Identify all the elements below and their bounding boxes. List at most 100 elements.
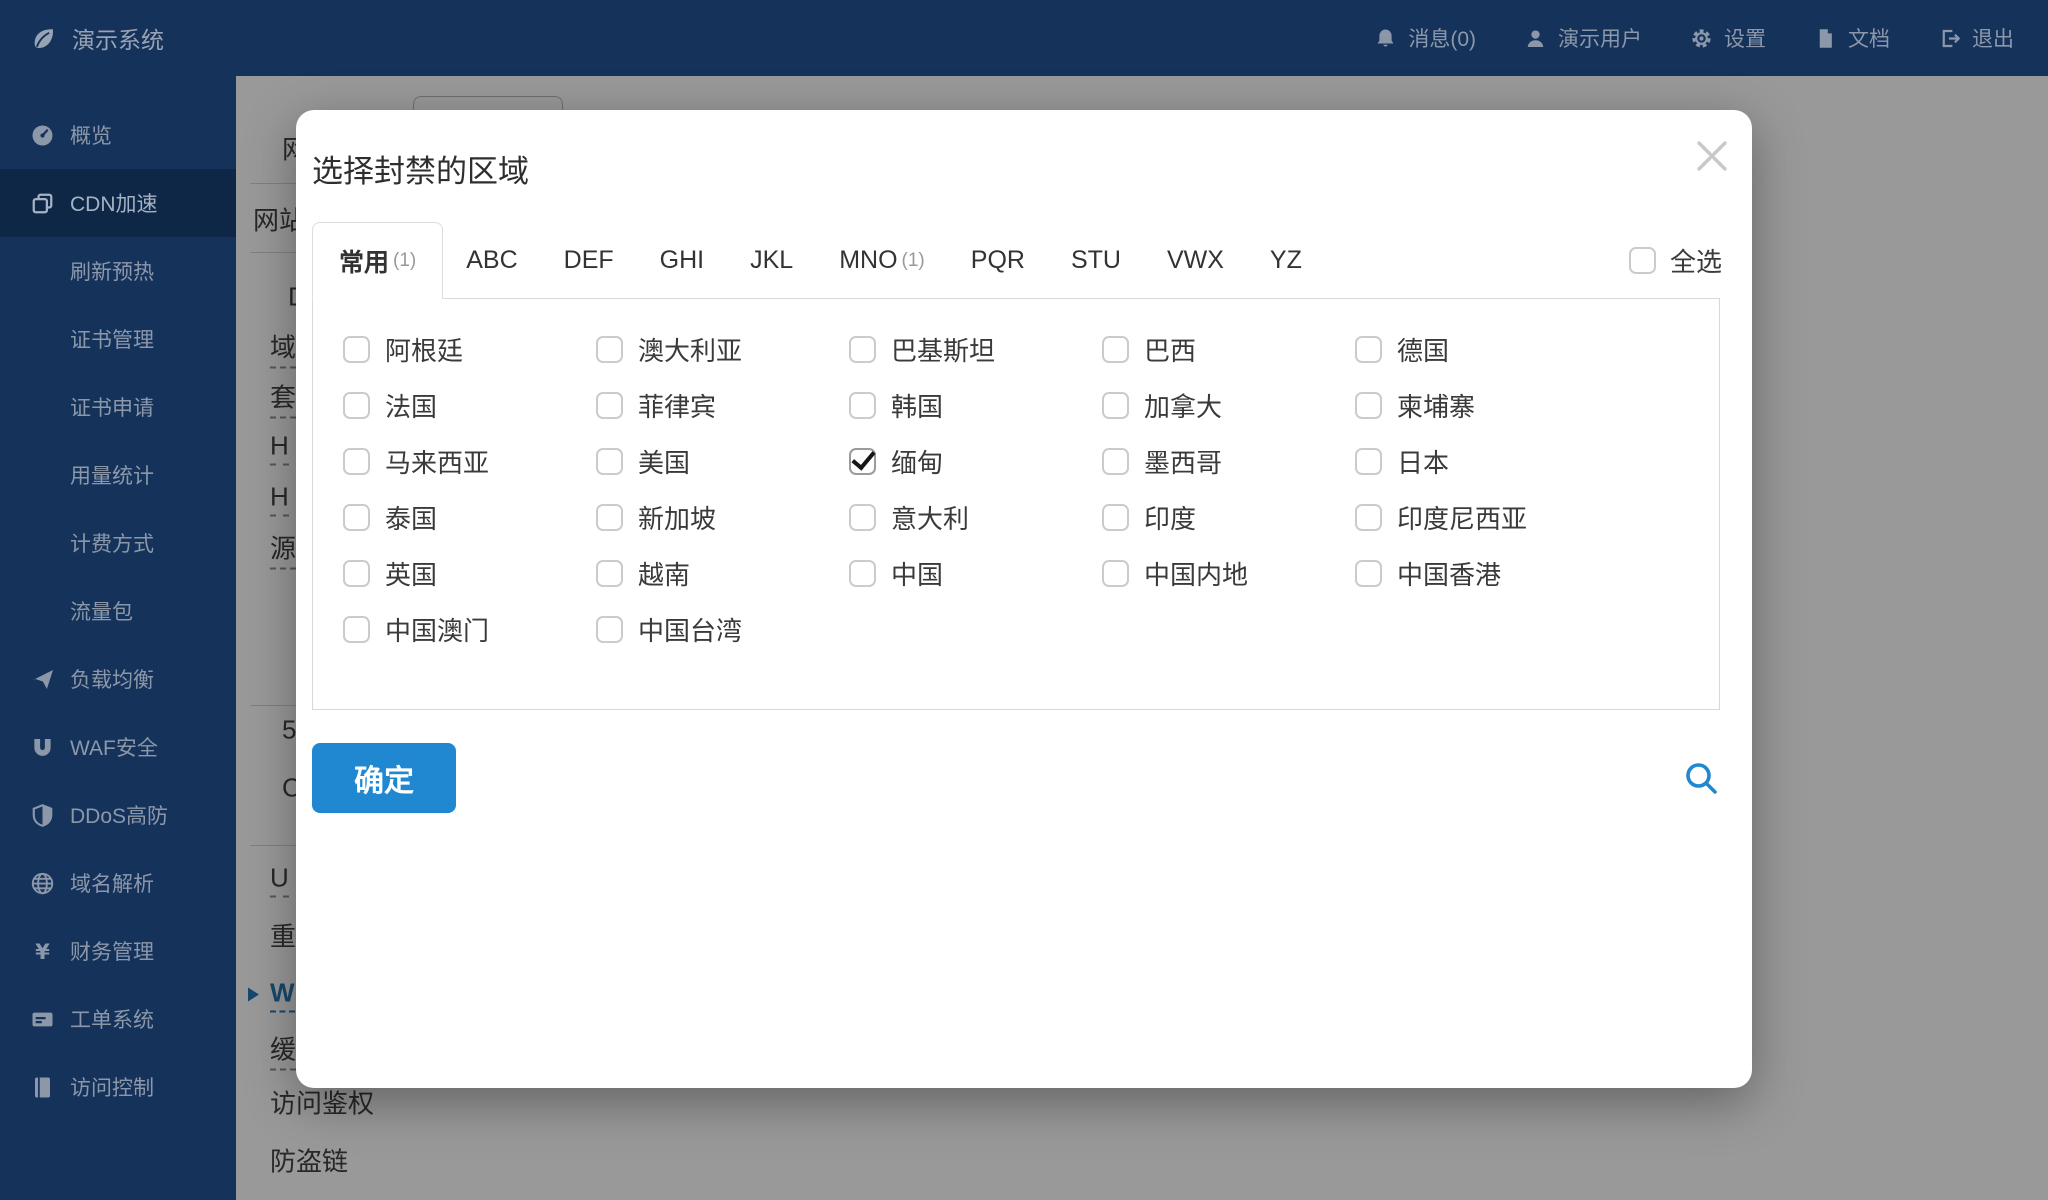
- country-label: 德国: [1397, 331, 1449, 368]
- sidebar-item-dns[interactable]: 域名解析: [0, 849, 236, 917]
- topbar-item-label: 设置: [1724, 23, 1766, 53]
- country-item-16[interactable]: 新加坡: [596, 499, 849, 536]
- country-item-8[interactable]: 加拿大: [1102, 387, 1355, 424]
- magnet-icon: [29, 734, 56, 761]
- tab-bar: 常用(1) ABC DEF GHI JKL MNO(1)PQRSTUVWXYZ 全选: [312, 222, 1722, 299]
- country-label: 日本: [1397, 443, 1449, 480]
- country-label: 阿根廷: [385, 331, 463, 368]
- sidebar-item-refresh-preheat[interactable]: 刷新预热: [0, 237, 236, 305]
- tab-def[interactable]: DEF: [541, 222, 637, 299]
- topbar-item-user[interactable]: 演示用户: [1524, 23, 1642, 53]
- sidebar-item-access-control[interactable]: 访问控制: [0, 1053, 236, 1121]
- country-item-10[interactable]: 马来西亚: [343, 443, 596, 480]
- sidebar-item-label: 域名解析: [70, 868, 154, 898]
- country-label: 菲律宾: [638, 387, 716, 424]
- country-item-12[interactable]: 缅甸: [849, 443, 1102, 480]
- country-item-2[interactable]: 巴基斯坦: [849, 331, 1102, 368]
- brand-label: 演示系统: [72, 21, 164, 55]
- tab-label: 常用: [339, 243, 389, 279]
- checkbox-checked: [849, 448, 876, 475]
- checkbox: [1355, 448, 1382, 475]
- checkbox: [596, 392, 623, 419]
- checkbox: [596, 616, 623, 643]
- topbar-item-messages[interactable]: 消息(0): [1374, 23, 1476, 53]
- country-item-20[interactable]: 英国: [343, 555, 596, 592]
- country-item-1[interactable]: 澳大利亚: [596, 331, 849, 368]
- tab-ghi[interactable]: GHI: [637, 222, 727, 299]
- topbar-item-label: 演示用户: [1558, 23, 1642, 53]
- country-label: 中国: [891, 555, 943, 592]
- tab-pqr[interactable]: PQR: [948, 222, 1048, 299]
- tab-yz[interactable]: YZ: [1247, 222, 1325, 299]
- sidebar-item-ddos[interactable]: DDoS高防: [0, 781, 236, 849]
- tab-abc[interactable]: ABC: [443, 222, 540, 299]
- country-item-17[interactable]: 意大利: [849, 499, 1102, 536]
- checkbox: [1629, 247, 1656, 274]
- close-icon[interactable]: [1688, 132, 1736, 180]
- sidebar-item-label: 财务管理: [70, 936, 154, 966]
- sidebar-item-label: 证书申请: [70, 392, 154, 422]
- country-item-22[interactable]: 中国: [849, 555, 1102, 592]
- sidebar-item-waf[interactable]: WAF安全: [0, 713, 236, 781]
- country-item-19[interactable]: 印度尼西亚: [1355, 499, 1608, 536]
- country-panel: 阿根廷 澳大利亚巴基斯坦 巴西 德国法国 菲律宾 韩国加拿大柬埔寨马来西亚美国 缅甸 墨西哥 日…: [312, 298, 1720, 710]
- country-item-13[interactable]: 墨西哥: [1102, 443, 1355, 480]
- topbar-item-label: 文档: [1848, 23, 1890, 53]
- sidebar-item-overview[interactable]: 概览: [0, 101, 236, 169]
- country-item-6[interactable]: 菲律宾: [596, 387, 849, 424]
- tab-label: GHI: [660, 246, 704, 275]
- country-label: 巴西: [1144, 331, 1196, 368]
- country-item-5[interactable]: 法国: [343, 387, 596, 424]
- country-item-3[interactable]: 巴西: [1102, 331, 1355, 368]
- sidebar-item-load-balance[interactable]: 负载均衡: [0, 645, 236, 713]
- sidebar-item-usage-stats[interactable]: 用量统计: [0, 441, 236, 509]
- tab-label: ABC: [466, 246, 517, 275]
- country-item-9[interactable]: 柬埔寨: [1355, 387, 1608, 424]
- shield-icon: [29, 802, 56, 829]
- country-item-24[interactable]: 中国香港: [1355, 555, 1608, 592]
- tab-mno[interactable]: MNO(1): [816, 222, 948, 299]
- country-item-18[interactable]: 印度: [1102, 499, 1355, 536]
- country-label: 缅甸: [891, 443, 943, 480]
- country-item-4[interactable]: 德国: [1355, 331, 1608, 368]
- sidebar-item-cdn[interactable]: CDN加速: [0, 169, 236, 237]
- tab-jkl[interactable]: JKL: [727, 222, 816, 299]
- country-item-0[interactable]: 阿根廷: [343, 331, 596, 368]
- country-item-21[interactable]: 越南: [596, 555, 849, 592]
- country-item-25[interactable]: 中国澳门: [343, 611, 596, 648]
- checkbox: [1355, 504, 1382, 531]
- sidebar-item-cert-apply[interactable]: 证书申请: [0, 373, 236, 441]
- sidebar: 概览CDN加速刷新预热证书管理证书申请用量统计计费方式流量包负载均衡WAF安全D…: [0, 76, 236, 1200]
- sidebar-item-tickets[interactable]: 工单系统: [0, 985, 236, 1053]
- topbar-item-logout[interactable]: 退出: [1938, 23, 2014, 53]
- sidebar-item-finance[interactable]: ¥财务管理: [0, 917, 236, 985]
- tab-vwx[interactable]: VWX: [1144, 222, 1247, 299]
- tab-label: JKL: [750, 246, 793, 275]
- sidebar-item-traffic-pack[interactable]: 流量包: [0, 577, 236, 645]
- country-label: 中国香港: [1397, 555, 1501, 592]
- country-item-26[interactable]: 中国台湾: [596, 611, 849, 648]
- country-label: 印度: [1144, 499, 1196, 536]
- country-item-23[interactable]: 中国内地: [1102, 555, 1355, 592]
- confirm-button[interactable]: 确定: [312, 743, 456, 813]
- tab-stu[interactable]: STU: [1048, 222, 1144, 299]
- country-item-14[interactable]: 日本: [1355, 443, 1608, 480]
- gear-icon: [1690, 27, 1713, 50]
- select-all-checkbox[interactable]: 全选: [1629, 242, 1722, 279]
- topbar-item-label: 退出: [1972, 23, 2014, 53]
- modal-title: 选择封禁的区域: [312, 146, 529, 191]
- tab-common[interactable]: 常用(1): [312, 222, 443, 299]
- sidebar-item-billing-mode[interactable]: 计费方式: [0, 509, 236, 577]
- country-item-7[interactable]: 韩国: [849, 387, 1102, 424]
- brand[interactable]: 演示系统: [30, 21, 164, 55]
- sidebar-item-cert-manage[interactable]: 证书管理: [0, 305, 236, 373]
- checkbox: [596, 336, 623, 363]
- country-item-15[interactable]: 泰国: [343, 499, 596, 536]
- topbar-item-docs[interactable]: 文档: [1814, 23, 1890, 53]
- topbar-item-settings[interactable]: 设置: [1690, 23, 1766, 53]
- topbar-item-label: 消息(0): [1408, 23, 1476, 53]
- region-select-modal: 选择封禁的区域 常用(1) ABC DEF GHI JKL MNO(1)PQRSTUVWX…: [296, 110, 1752, 1088]
- leaf-icon: [30, 25, 57, 52]
- country-item-11[interactable]: 美国: [596, 443, 849, 480]
- search-icon[interactable]: [1682, 759, 1722, 799]
